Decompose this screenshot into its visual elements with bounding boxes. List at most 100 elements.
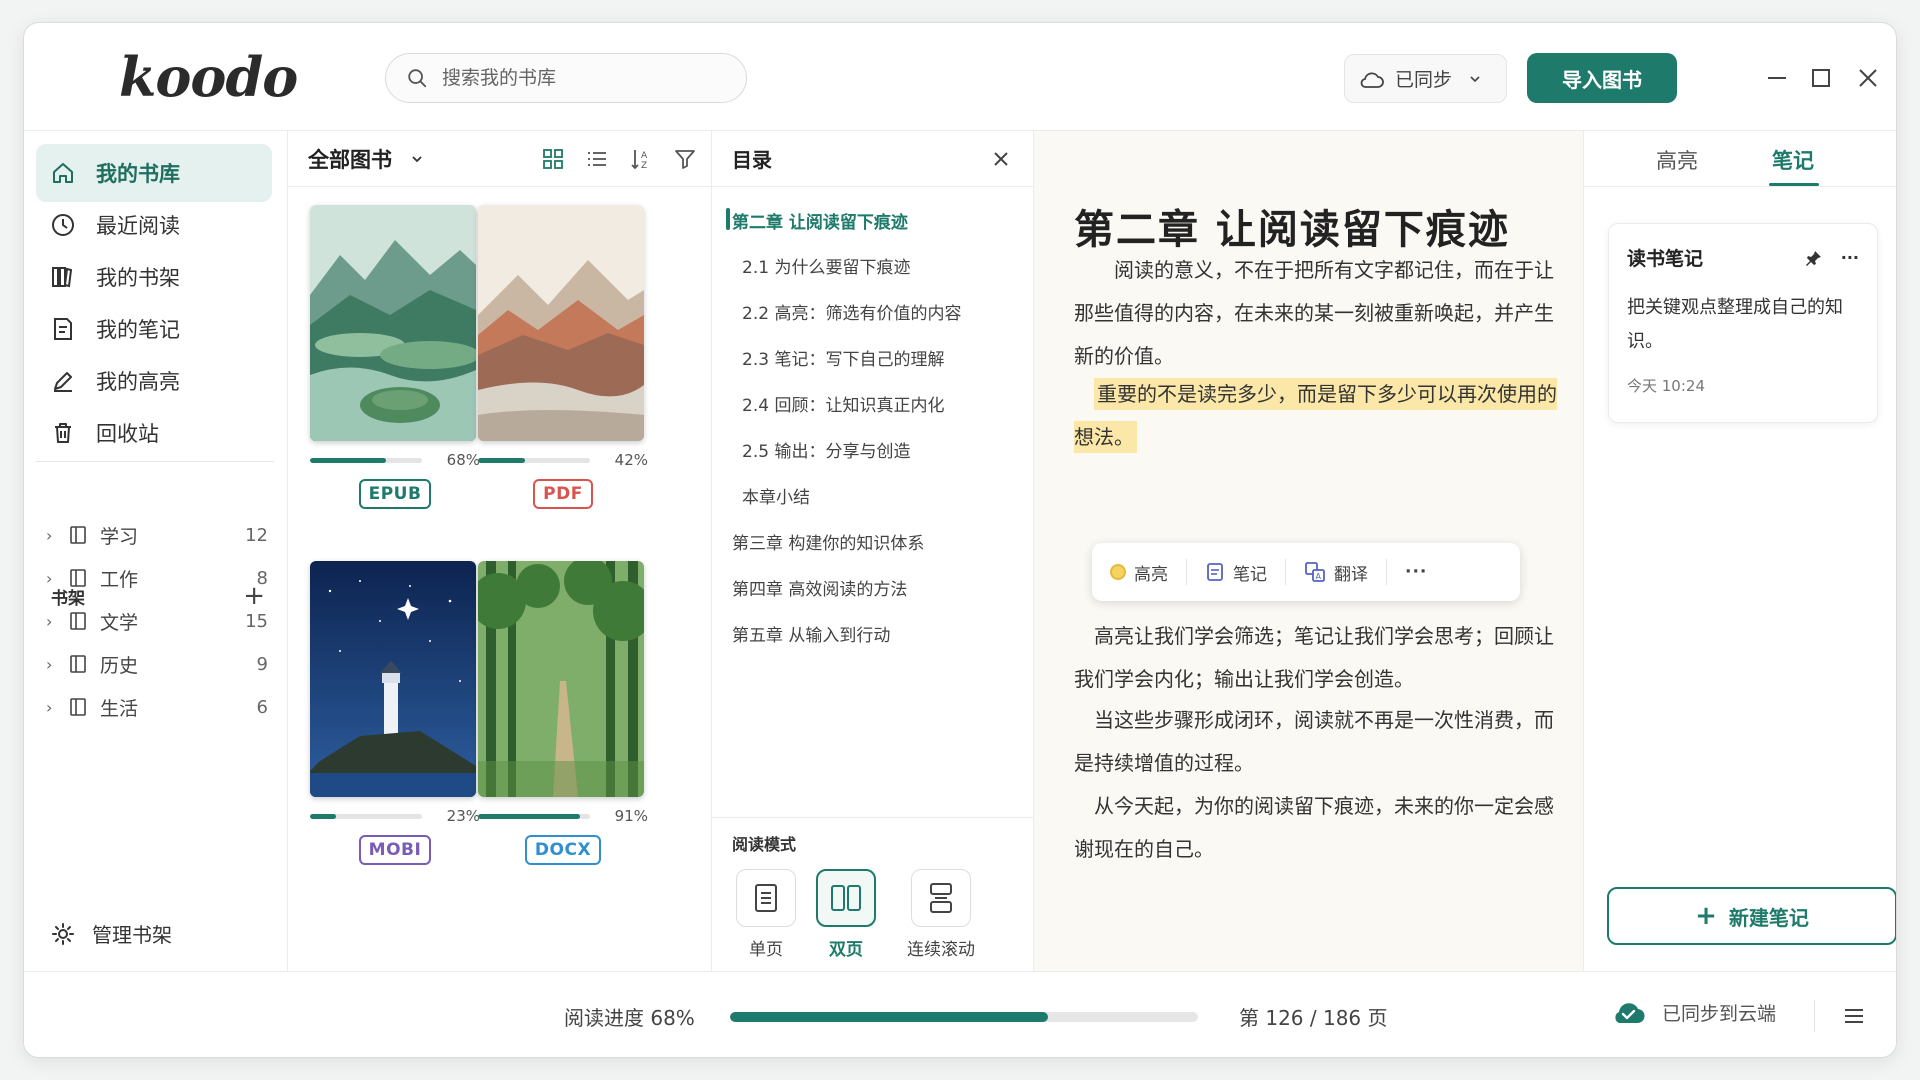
search-icon <box>408 69 427 88</box>
sort-icon[interactable]: AZ <box>629 147 653 171</box>
sidebar-item-library[interactable]: 我的书库 <box>36 144 272 202</box>
reading-progress-bar[interactable] <box>730 1012 1198 1022</box>
book-progress-percent: 68% <box>446 451 480 469</box>
reader-pane: 第二章 让阅读留下痕迹 阅读的意义，不在于把所有文字都记住，而在于让那些值得的内… <box>1034 131 1584 971</box>
manage-shelves-label: 管理书架 <box>92 923 172 947</box>
format-badge: MOBI <box>358 835 432 865</box>
more-icon[interactable]: ··· <box>1405 562 1427 582</box>
sync-status-button[interactable]: 已同步 <box>1344 54 1507 103</box>
tab-notes[interactable]: 笔记 <box>1772 145 1814 175</box>
menu-icon[interactable] <box>1842 1004 1866 1028</box>
toc-item[interactable]: 第三章 构建你的知识体系 <box>732 529 924 554</box>
mode-double-page[interactable]: 双页 <box>806 869 886 960</box>
book-progress-bar <box>478 813 590 819</box>
book-card[interactable]: 23% MOBI <box>310 561 480 865</box>
book-card[interactable]: 42% PDF <box>478 205 648 509</box>
library-title: 全部图书 <box>308 147 392 172</box>
list-view-icon[interactable] <box>585 147 609 171</box>
format-badge: EPUB <box>358 479 432 509</box>
import-book-button[interactable]: 导入图书 <box>1527 53 1677 103</box>
shelf-item-history[interactable]: › 历史 9 <box>46 644 268 684</box>
note-body: 把关键观点整理成自己的知识。 <box>1627 297 1843 352</box>
book-cover-image[interactable] <box>310 561 476 797</box>
toc-item[interactable]: 2.5 输出：分享与创造 <box>742 437 910 462</box>
paragraph[interactable]: 从今天起，为你的阅读留下痕迹，未来的你一定会感谢现在的自己。 <box>1074 785 1564 871</box>
toc-item[interactable]: 本章小结 <box>742 483 810 508</box>
sidebar-item-bookshelf[interactable]: 我的书架 <box>36 248 272 306</box>
shelf-item-life[interactable]: › 生活 6 <box>46 687 268 727</box>
note-icon <box>1207 563 1223 581</box>
shelf-item-work[interactable]: › 工作 8 <box>46 558 268 598</box>
highlighted-paragraph[interactable]: 重要的不是读完多少，而是留下多少可以再次使用的想法。 <box>1074 373 1564 459</box>
book-cover-image[interactable] <box>310 205 476 441</box>
toc-item[interactable]: 2.4 回顾：让知识真正内化 <box>742 391 944 416</box>
book-icon <box>70 526 86 544</box>
more-icon[interactable]: ··· <box>1841 248 1859 267</box>
divider <box>712 817 1033 818</box>
shelf-label: 文学 <box>100 611 139 634</box>
shelf-item-literature[interactable]: › 文学 15 <box>46 601 268 641</box>
chevron-down-icon <box>412 155 422 162</box>
toc-item[interactable]: 第四章 高效阅读的方法 <box>732 575 907 600</box>
book-card[interactable]: 68% EPUB <box>310 205 480 509</box>
book-icon <box>70 698 86 716</box>
svg-text:Z: Z <box>641 161 647 171</box>
shelf-count: 8 <box>256 567 268 589</box>
cloud-sync-status[interactable]: 已同步到云端 <box>1610 998 1776 1026</box>
toc-item[interactable]: 2.2 高亮：筛选有价值的内容 <box>742 299 961 324</box>
chevron-right-icon: › <box>46 654 53 674</box>
sidebar-item-highlights[interactable]: 我的高亮 <box>36 352 272 410</box>
translate-action[interactable]: A 翻译 <box>1304 560 1368 585</box>
new-note-button[interactable]: + 新建笔记 <box>1607 887 1896 945</box>
book-progress-percent: 42% <box>614 451 648 469</box>
mode-continuous-scroll[interactable]: 连续滚动 <box>886 869 996 960</box>
sidebar-item-notes[interactable]: 我的笔记 <box>36 300 272 358</box>
paragraph[interactable]: 高亮让我们学会筛选；笔记让我们学会思考；回顾让我们学会内化；输出让我们学会创造。 <box>1074 615 1564 701</box>
library-filter-dropdown[interactable]: 全部图书 <box>308 144 424 174</box>
shelf-item-study[interactable]: › 学习 12 <box>46 515 268 555</box>
tab-highlights[interactable]: 高亮 <box>1656 145 1698 175</box>
note-card[interactable]: 读书笔记 ··· 把关键观点整理成自己的知识。 今天 10:24 <box>1608 223 1878 423</box>
close-icon[interactable] <box>1855 65 1881 91</box>
divider <box>36 461 274 462</box>
sidebar-item-trash[interactable]: 回收站 <box>36 404 272 462</box>
toc-title: 目录 <box>732 148 772 172</box>
minimize-icon[interactable] <box>1764 65 1790 91</box>
page-indicator: 第 126 / 186 页 <box>1239 1006 1388 1030</box>
toc-item[interactable]: 第二章 让阅读留下痕迹 <box>732 208 908 233</box>
clock-icon <box>52 214 74 236</box>
chevron-right-icon: › <box>46 697 53 717</box>
filter-icon[interactable] <box>673 147 697 171</box>
pin-icon[interactable] <box>1805 249 1823 267</box>
paragraph[interactable]: 阅读的意义，不在于把所有文字都记住，而在于让那些值得的内容，在未来的某一刻被重新… <box>1074 249 1564 378</box>
book-card[interactable]: 91% DOCX <box>478 561 648 865</box>
chevron-right-icon: › <box>46 568 53 588</box>
toc-item[interactable]: 第五章 从输入到行动 <box>732 621 890 646</box>
sidebar-item-recent[interactable]: 最近阅读 <box>36 196 272 254</box>
search-input[interactable] <box>442 67 722 89</box>
grid-view-icon[interactable] <box>541 147 565 171</box>
trash-icon <box>55 423 71 443</box>
close-icon[interactable] <box>991 149 1011 169</box>
app-logo[interactable]: koodo <box>119 45 298 109</box>
search-box[interactable] <box>385 53 747 103</box>
toc-item[interactable]: 2.1 为什么要留下痕迹 <box>742 253 910 278</box>
paragraph[interactable]: 当这些步骤形成闭环，阅读就不再是一次性消费，而是持续增值的过程。 <box>1074 699 1564 785</box>
highlight-text[interactable]: 重要的不是读完多少，而是留下多少可以再次使用的想法。 <box>1074 378 1557 453</box>
svg-text:A: A <box>641 151 648 161</box>
book-cover-image[interactable] <box>478 561 644 797</box>
manage-shelves-button[interactable]: 管理书架 <box>50 919 172 948</box>
mode-single-page[interactable]: 单页 <box>726 869 806 960</box>
book-cover-image[interactable] <box>478 205 644 441</box>
format-badge: DOCX <box>524 835 602 865</box>
mode-label: 连续滚动 <box>907 940 975 960</box>
toc-item[interactable]: 2.3 笔记：写下自己的理解 <box>742 345 944 370</box>
note-action[interactable]: 笔记 <box>1205 560 1267 585</box>
top-bar: koodo 已同步 导入图书 <box>24 23 1896 131</box>
highlight-action[interactable]: 高亮 <box>1110 560 1168 585</box>
double-page-icon <box>831 885 861 911</box>
cloud-icon <box>1360 72 1384 88</box>
maximize-icon[interactable] <box>1808 65 1834 91</box>
note-action-label: 笔记 <box>1233 564 1267 585</box>
selection-toolbar: 高亮 笔记 A 翻译 ··· <box>1092 543 1520 601</box>
